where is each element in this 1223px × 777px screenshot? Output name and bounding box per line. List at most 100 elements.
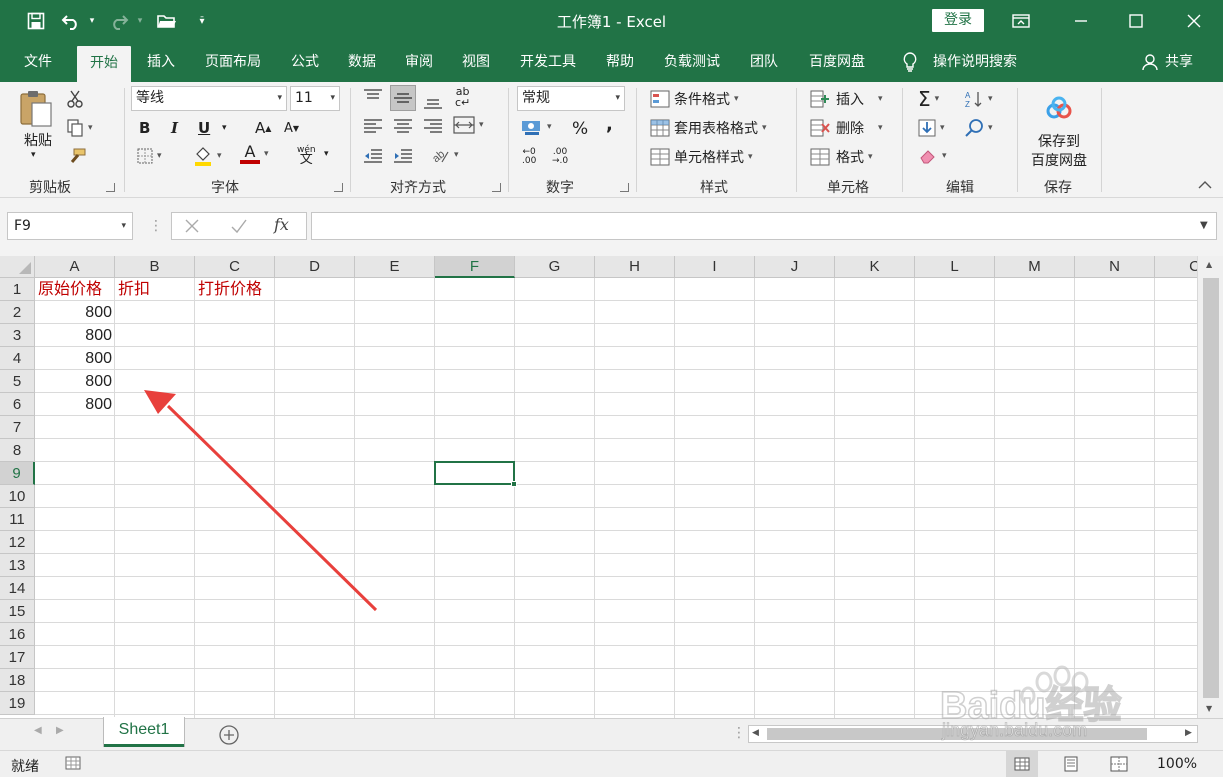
tell-me-search[interactable]: 操作说明搜索 <box>928 50 1022 82</box>
redo-dropdown-icon[interactable]: ▾ <box>134 9 146 33</box>
scroll-right-icon[interactable]: ▶ <box>1185 728 1192 738</box>
underline-button[interactable]: U <box>198 119 210 137</box>
undo-icon[interactable] <box>58 9 84 33</box>
bold-button[interactable]: B <box>139 119 150 137</box>
sheet-tab-sheet1[interactable]: Sheet1 <box>104 717 184 747</box>
vertical-scrollbar[interactable]: ▲ ▼ <box>1197 256 1223 718</box>
zoom-level[interactable]: 100% <box>1157 756 1197 772</box>
tab-baidu-netdisk[interactable]: 百度网盘 <box>799 50 875 82</box>
prev-sheet-icon[interactable]: ◀ <box>34 725 42 736</box>
insert-function-button[interactable]: fx <box>274 215 289 234</box>
cut-icon[interactable] <box>66 90 84 108</box>
worksheet-grid[interactable]: ABCDEFGHIJKLMNC 1 2 3 4 5 6 7 8 9 10 11 12 13 14 15 16 1… <box>0 256 1223 718</box>
sheet-bar-splitter-icon[interactable]: ⋮ <box>732 725 746 741</box>
page-layout-view-icon[interactable] <box>1063 756 1079 772</box>
formula-bar-grip-icon[interactable]: ⋮ <box>149 218 163 234</box>
login-button[interactable]: 登录 <box>932 9 984 32</box>
increase-decimal-icon[interactable]: ←0.00 <box>522 148 536 166</box>
maximize-icon[interactable] <box>1121 8 1151 34</box>
tab-view[interactable]: 视图 <box>453 50 499 82</box>
tab-load-test[interactable]: 负载测试 <box>654 50 730 82</box>
normal-view-icon[interactable] <box>1006 751 1038 777</box>
tab-developer[interactable]: 开发工具 <box>510 50 586 82</box>
tab-file[interactable]: 文件 <box>14 50 62 82</box>
clipboard-launcher-icon[interactable] <box>106 183 115 192</box>
save-to-baidu-line1[interactable]: 保存到 <box>1030 131 1088 151</box>
increase-font-button[interactable]: A ▲ <box>255 119 271 137</box>
accounting-format-icon[interactable]: ▾ <box>521 118 552 136</box>
italic-button[interactable]: I <box>171 119 178 137</box>
paste-dropdown-icon[interactable]: ▾ <box>31 150 36 160</box>
collapse-ribbon-icon[interactable] <box>1198 180 1212 190</box>
save-icon[interactable] <box>24 9 48 33</box>
share-button[interactable]: 共享 <box>1162 50 1196 82</box>
font-name-select[interactable]: 等线 ▾ <box>131 86 287 111</box>
format-painter-icon[interactable] <box>66 148 86 166</box>
font-size-select[interactable]: 11 ▾ <box>290 86 340 111</box>
orientation-icon[interactable]: ab ▾ <box>430 146 458 164</box>
redo-icon[interactable] <box>106 9 132 33</box>
tab-review[interactable]: 审阅 <box>396 50 442 82</box>
delete-cells-button[interactable]: 删除 ▾ <box>810 118 883 138</box>
underline-dropdown-icon[interactable]: ▾ <box>222 123 227 133</box>
clear-icon[interactable]: ▾ <box>918 148 947 164</box>
align-top-icon[interactable] <box>363 88 383 106</box>
cancel-entry-icon[interactable] <box>184 218 200 234</box>
sort-filter-icon[interactable]: A Z ▾ <box>964 90 993 108</box>
decrease-decimal-icon[interactable]: .00 →.0 <box>552 148 568 166</box>
horizontal-scrollbar[interactable]: ◀ ▶ <box>748 725 1198 743</box>
decrease-font-button[interactable]: A ▼ <box>284 121 299 136</box>
next-sheet-icon[interactable]: ▶ <box>56 725 64 736</box>
tab-home[interactable]: 开始 <box>77 46 131 82</box>
paste-button[interactable]: 粘贴 <box>20 130 56 150</box>
comma-style-button[interactable]: , <box>606 114 613 135</box>
expand-formula-bar-icon[interactable]: ▼ <box>1200 220 1208 231</box>
alignment-launcher-icon[interactable] <box>492 183 501 192</box>
name-box[interactable]: F9 ▾ <box>7 212 133 240</box>
phonetic-guide-icon[interactable]: wén 文 <box>297 145 316 166</box>
macro-record-icon[interactable] <box>65 756 81 770</box>
minimize-icon[interactable] <box>1066 8 1096 34</box>
confirm-entry-icon[interactable] <box>230 218 248 234</box>
font-color-icon[interactable]: A ▾ <box>240 144 269 164</box>
align-right-icon[interactable] <box>423 118 443 134</box>
number-format-select[interactable]: 常规 ▾ <box>517 86 625 111</box>
align-bottom-icon[interactable] <box>423 92 443 110</box>
tab-data[interactable]: 数据 <box>339 50 385 82</box>
tab-formulas[interactable]: 公式 <box>282 50 328 82</box>
number-launcher-icon[interactable] <box>620 183 629 192</box>
ribbon-display-options-icon[interactable] <box>1006 8 1036 34</box>
font-launcher-icon[interactable] <box>334 183 343 192</box>
close-icon[interactable] <box>1179 8 1209 34</box>
share-person-icon[interactable] <box>1140 50 1160 82</box>
scroll-down-icon[interactable]: ▼ <box>1206 704 1212 713</box>
copy-icon[interactable]: ▾ <box>66 119 93 137</box>
lightbulb-icon[interactable] <box>895 50 925 82</box>
phonetic-dropdown-icon[interactable]: ▾ <box>324 149 329 159</box>
scroll-up-icon[interactable]: ▲ <box>1206 260 1212 269</box>
horizontal-scroll-thumb[interactable] <box>767 728 1147 740</box>
insert-cells-button[interactable]: 插入 ▾ <box>810 89 883 109</box>
increase-indent-icon[interactable] <box>393 148 413 164</box>
customize-toolbar-icon[interactable]: ▾̄ <box>194 9 210 33</box>
autosum-icon[interactable]: Σ ▾ <box>918 87 939 111</box>
paste-icon[interactable] <box>18 88 58 130</box>
vertical-scroll-thumb[interactable] <box>1203 278 1219 698</box>
tab-insert[interactable]: 插入 <box>138 50 184 82</box>
borders-icon[interactable]: ▾ <box>137 148 162 164</box>
save-to-baidu-line2[interactable]: 百度网盘 <box>1027 150 1091 170</box>
formula-input[interactable] <box>311 212 1217 240</box>
format-cells-button[interactable]: 格式 ▾ <box>810 147 873 167</box>
find-select-icon[interactable]: ▾ <box>964 118 993 138</box>
align-center-icon[interactable] <box>393 118 413 134</box>
tab-help[interactable]: 帮助 <box>597 50 643 82</box>
conditional-formatting-button[interactable]: 条件格式 ▾ <box>650 89 739 109</box>
cell-styles-button[interactable]: 单元格样式 ▾ <box>650 147 753 167</box>
new-sheet-icon[interactable] <box>218 724 240 746</box>
merge-center-icon[interactable]: ▾ <box>453 116 484 134</box>
format-as-table-button[interactable]: 套用表格格式 ▾ <box>650 118 767 138</box>
open-folder-icon[interactable] <box>155 9 179 33</box>
scroll-left-icon[interactable]: ◀ <box>752 728 759 738</box>
align-left-icon[interactable] <box>363 118 383 134</box>
tab-team[interactable]: 团队 <box>741 50 787 82</box>
